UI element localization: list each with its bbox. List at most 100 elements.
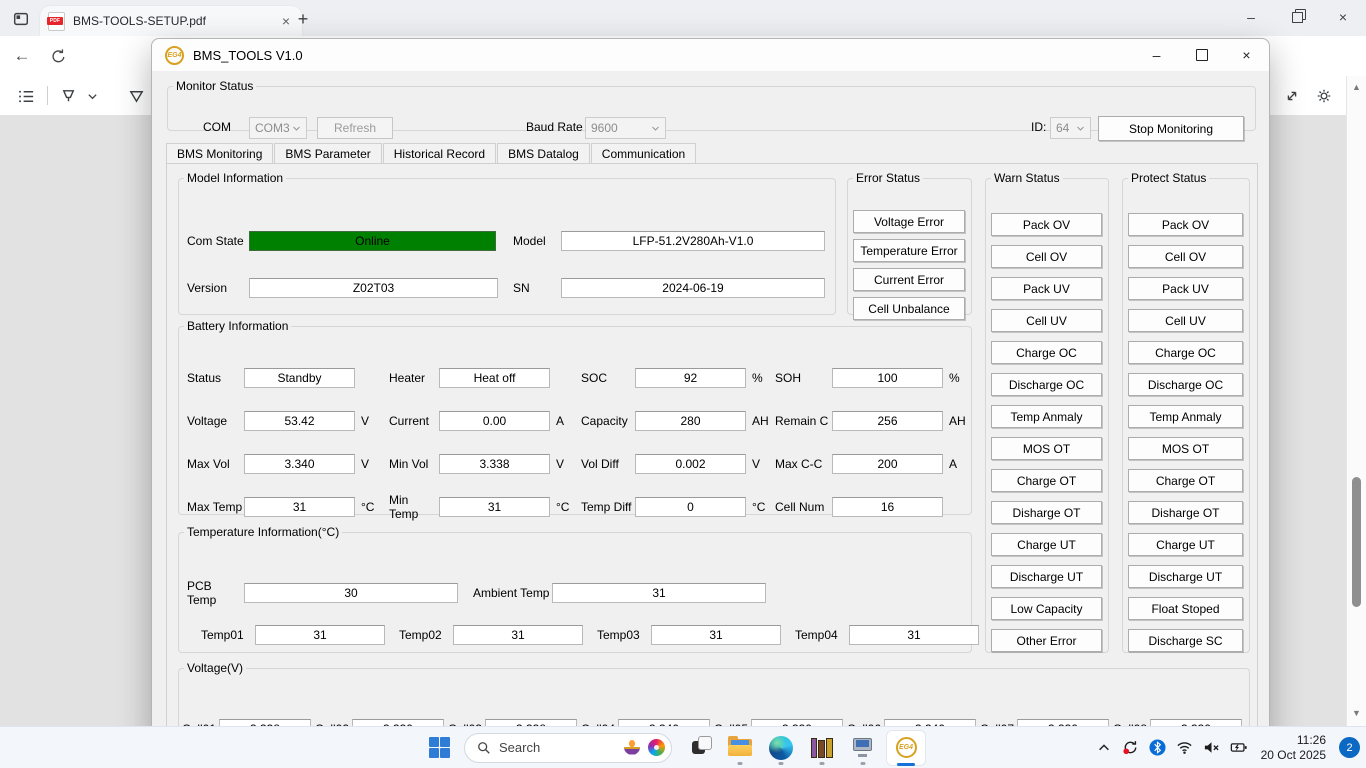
clock-date: 20 Oct 2025 bbox=[1261, 748, 1326, 763]
warn-status-button[interactable]: Disharge OT bbox=[991, 501, 1102, 524]
highlighter-icon[interactable] bbox=[56, 84, 80, 108]
protect-status-button[interactable]: Discharge SC bbox=[1128, 629, 1243, 652]
new-tab-button[interactable]: + bbox=[292, 8, 314, 30]
toc-icon[interactable] bbox=[14, 84, 38, 108]
warn-status-button[interactable]: MOS OT bbox=[991, 437, 1102, 460]
monitor-status-group: Monitor Status COM COM3 Refresh Baud Rat… bbox=[167, 79, 1256, 131]
app-tab[interactable]: BMS Datalog bbox=[497, 143, 590, 163]
warn-status-button[interactable]: Discharge UT bbox=[991, 565, 1102, 588]
edge-button[interactable] bbox=[760, 727, 801, 768]
protect-status-button[interactable]: Cell OV bbox=[1128, 245, 1243, 268]
start-button[interactable] bbox=[420, 727, 458, 768]
protect-status-button[interactable]: Cell UV bbox=[1128, 309, 1243, 332]
pdf-scrollbar[interactable]: ▲ ▼ bbox=[1346, 76, 1366, 726]
app-tab[interactable]: BMS Monitoring bbox=[166, 143, 273, 163]
protect-status-button[interactable]: Float Stoped bbox=[1128, 597, 1243, 620]
bluetooth-icon[interactable] bbox=[1149, 739, 1167, 757]
diya-lamp-icon[interactable] bbox=[624, 741, 640, 755]
app-minimize-button[interactable]: – bbox=[1134, 39, 1179, 71]
baud-rate-select[interactable]: 9600 bbox=[585, 117, 666, 139]
combo-chevron-icon bbox=[651, 124, 660, 133]
protect-status-button[interactable]: Pack OV bbox=[1128, 213, 1243, 236]
battery-field-label: Capacity bbox=[581, 414, 635, 428]
refresh-button[interactable] bbox=[44, 42, 72, 70]
warn-status-button[interactable]: Other Error bbox=[991, 629, 1102, 652]
running-indicator bbox=[819, 762, 824, 765]
warn-status-button[interactable]: Discharge OC bbox=[991, 373, 1102, 396]
warn-status-button[interactable]: Charge OC bbox=[991, 341, 1102, 364]
browser-restore-button[interactable] bbox=[1274, 0, 1320, 34]
error-status-button[interactable]: Cell Unbalance bbox=[853, 297, 965, 320]
browser-minimize-button[interactable]: – bbox=[1228, 0, 1274, 34]
protect-status-button[interactable]: MOS OT bbox=[1128, 437, 1243, 460]
update-sync-icon[interactable] bbox=[1122, 739, 1140, 757]
battery-field-label: Temp Diff bbox=[581, 500, 635, 514]
stop-monitoring-button[interactable]: Stop Monitoring bbox=[1098, 116, 1244, 141]
chevron-down-icon[interactable] bbox=[84, 84, 100, 108]
protect-status-button[interactable]: Discharge UT bbox=[1128, 565, 1243, 588]
scrollbar-thumb[interactable] bbox=[1352, 477, 1361, 607]
app-titlebar[interactable]: EG4 BMS_TOOLS V1.0 – × bbox=[152, 39, 1269, 71]
warn-status-button[interactable]: Charge UT bbox=[991, 533, 1102, 556]
file-explorer-button[interactable] bbox=[719, 727, 760, 768]
ambient-temp-label: Ambient Temp bbox=[473, 586, 552, 600]
bms-tools-window: EG4 BMS_TOOLS V1.0 – × Monitor Status CO… bbox=[151, 38, 1270, 740]
tab-actions-icon[interactable] bbox=[10, 8, 32, 30]
bms-tools-app-button[interactable]: EG4 bbox=[883, 727, 929, 768]
protect-status-button[interactable]: Disharge OT bbox=[1128, 501, 1243, 524]
error-status-button[interactable]: Voltage Error bbox=[853, 210, 965, 233]
draw-tool-icon[interactable] bbox=[124, 84, 148, 108]
settings-gear-icon[interactable] bbox=[1312, 84, 1336, 108]
warn-status-button[interactable]: Cell OV bbox=[991, 245, 1102, 268]
error-status-button[interactable]: Temperature Error bbox=[853, 239, 965, 262]
battery-field-label: Max C-C bbox=[775, 457, 832, 471]
warn-status-button[interactable]: Cell UV bbox=[991, 309, 1102, 332]
hidden-icons-chevron[interactable] bbox=[1095, 739, 1113, 757]
refresh-com-button[interactable]: Refresh bbox=[317, 117, 393, 139]
temp-sensor-value: 31 bbox=[255, 625, 385, 645]
battery-field-value: 31 bbox=[244, 497, 355, 517]
app-tab[interactable]: Historical Record bbox=[383, 143, 496, 163]
winrar-button[interactable] bbox=[801, 727, 842, 768]
warn-status-button[interactable]: Pack UV bbox=[991, 277, 1102, 300]
protect-status-button[interactable]: Charge OC bbox=[1128, 341, 1243, 364]
battery-field-value: 280 bbox=[635, 411, 746, 431]
protect-status-button[interactable]: Pack UV bbox=[1128, 277, 1243, 300]
protect-status-button[interactable]: Temp Anmaly bbox=[1128, 405, 1243, 428]
notification-badge[interactable]: 2 bbox=[1339, 737, 1360, 758]
app-title: BMS_TOOLS V1.0 bbox=[193, 48, 303, 63]
warn-status-button[interactable]: Low Capacity bbox=[991, 597, 1102, 620]
warn-status-button[interactable]: Pack OV bbox=[991, 213, 1102, 236]
app-tab[interactable]: BMS Parameter bbox=[274, 143, 381, 163]
expand-icon[interactable] bbox=[1280, 84, 1304, 108]
protect-status-button[interactable]: Charge OT bbox=[1128, 469, 1243, 492]
protect-status-button[interactable]: Charge UT bbox=[1128, 533, 1243, 556]
task-view-button[interactable] bbox=[678, 727, 719, 768]
taskbar-clock[interactable]: 11:26 20 Oct 2025 bbox=[1261, 733, 1326, 763]
battery-field-value: 3.340 bbox=[244, 454, 355, 474]
temperature-information-group: Temperature Information(°C) PCB Temp 30 … bbox=[178, 525, 972, 653]
back-button[interactable]: ← bbox=[8, 42, 36, 70]
browser-close-button[interactable]: × bbox=[1320, 0, 1366, 34]
app-maximize-button[interactable] bbox=[1179, 39, 1224, 71]
battery-charging-icon[interactable] bbox=[1230, 739, 1248, 757]
pdf-file-icon: PDF bbox=[48, 12, 65, 31]
warn-status-button[interactable]: Charge OT bbox=[991, 469, 1102, 492]
device-manager-button[interactable] bbox=[842, 727, 883, 768]
rangoli-flower-icon[interactable] bbox=[648, 739, 665, 756]
warn-status-button[interactable]: Temp Anmaly bbox=[991, 405, 1102, 428]
app-close-button[interactable]: × bbox=[1224, 39, 1269, 71]
scroll-up-icon[interactable]: ▲ bbox=[1347, 82, 1366, 92]
battery-field-unit: % bbox=[943, 371, 963, 385]
error-status-button[interactable]: Current Error bbox=[853, 268, 965, 291]
volume-muted-icon[interactable] bbox=[1203, 739, 1221, 757]
browser-tab[interactable]: PDF BMS-TOOLS-SETUP.pdf × bbox=[40, 6, 302, 36]
battery-field-label: Remain C bbox=[775, 414, 832, 428]
taskbar-search[interactable]: Search bbox=[464, 733, 672, 763]
wifi-icon[interactable] bbox=[1176, 739, 1194, 757]
com-port-select[interactable]: COM3 bbox=[249, 117, 307, 139]
id-select[interactable]: 64 bbox=[1050, 117, 1091, 139]
app-tab[interactable]: Communication bbox=[591, 143, 696, 163]
scroll-down-icon[interactable]: ▼ bbox=[1347, 708, 1366, 718]
protect-status-button[interactable]: Discharge OC bbox=[1128, 373, 1243, 396]
